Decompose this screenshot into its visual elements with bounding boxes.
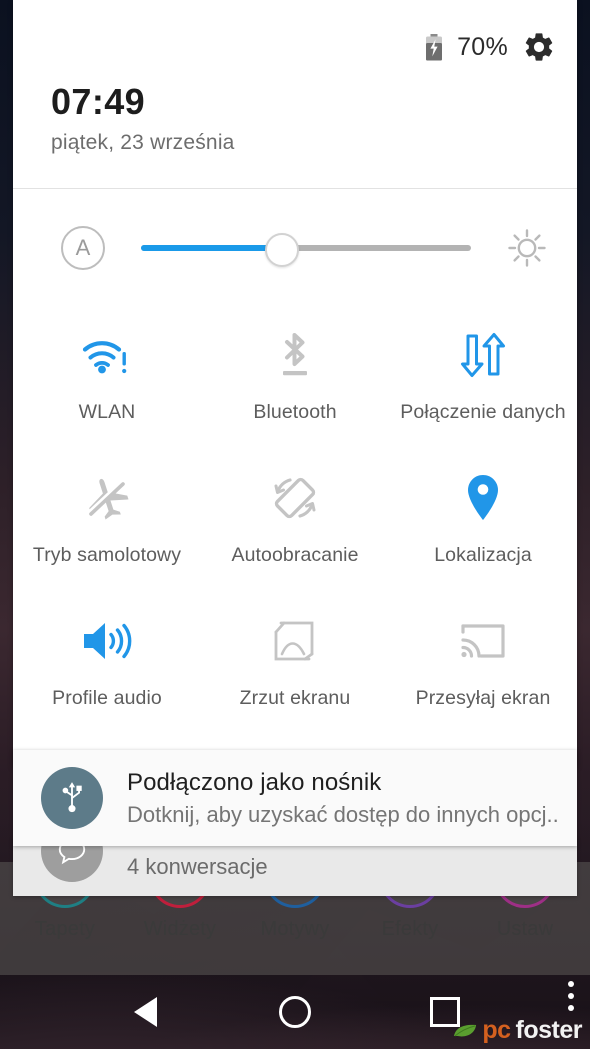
watermark: pc foster [453,1016,583,1045]
home-editor-label: Efekty [381,918,439,940]
notification-usb-storage[interactable]: Podłączono jako nośnik Dotknij, aby uzys… [13,750,577,846]
auto-brightness-label: A [75,235,91,260]
wifi-icon [79,327,135,383]
tile-label: WLAN [78,401,136,423]
auto-brightness-icon[interactable]: A [61,226,105,270]
shade-header: 70% 07:49 piątek, 23 września [13,0,577,189]
watermark-pc: pc [482,1016,511,1044]
notification-title: Podłączono jako nośnik [127,768,382,796]
brightness-sun-icon[interactable] [505,226,549,270]
status-bar-right: 70% [425,30,556,64]
auto-rotate-icon [270,470,320,526]
tile-audio-profiles[interactable]: Profile audio [13,595,201,738]
watermark-foster: foster [515,1016,583,1044]
home-editor-label: Ustaw [496,918,554,940]
brightness-row: A [13,189,577,307]
tile-auto-rotate[interactable]: Autoobracanie [201,452,389,595]
tile-bluetooth[interactable]: Bluetooth [201,309,389,452]
clock-date: piątek, 23 września [51,131,235,154]
tile-mobile-data[interactable]: Połączenie danych [389,309,577,452]
leaf-icon [454,1024,477,1037]
tile-label: Tryb samolotowy [32,544,182,566]
quick-settings-tiles: WLAN Bluetooth Połączenie danych Tryb sa… [13,307,577,766]
tile-label: Autoobracanie [231,544,359,566]
tile-location[interactable]: Lokalizacja [389,452,577,595]
notification-text: Podłączono jako nośnik Dotknij, aby uzys… [127,769,557,828]
tile-screenshot[interactable]: Zrzut ekranu [201,595,389,738]
tile-label: Zrzut ekranu [239,687,351,709]
battery-charging-icon [425,33,443,61]
location-pin-icon [466,470,500,526]
home-editor-label: Widżety [143,918,217,940]
notification-title: 4 konwersacje [127,854,268,879]
slider-fill [141,245,280,251]
tile-label: Połączenie danych [400,401,566,423]
tile-label: Profile audio [52,687,162,709]
quick-settings-panel: 70% 07:49 piątek, 23 września A WLAN Blu… [13,0,577,766]
brightness-slider[interactable] [141,233,471,267]
home-icon[interactable] [272,989,318,1035]
home-editor-label: Motywy [260,918,330,940]
overflow-menu-icon[interactable] [568,981,574,1011]
mobile-data-icon [460,327,506,383]
gear-icon[interactable] [522,30,556,64]
back-icon[interactable] [122,989,168,1035]
volume-speaker-icon [81,613,133,669]
notification-conversations[interactable]: 4 konwersacje [13,838,577,896]
tile-cast-screen[interactable]: Przesyłaj ekran [389,595,577,738]
bluetooth-icon [273,327,317,383]
tile-wlan[interactable]: WLAN [13,309,201,452]
tile-label: Lokalizacja [434,544,532,566]
cast-screen-icon [459,613,507,669]
battery-percent-label: 70% [457,32,508,61]
tile-airplane-mode[interactable]: Tryb samolotowy [13,452,201,595]
slider-thumb[interactable] [264,233,299,267]
usb-icon [41,767,103,829]
tile-label: Bluetooth [253,401,337,423]
android-screen: Tapety Widżety Motywy Efekty Ustaw 70% 0… [0,0,590,1049]
notification-subtitle: Dotknij, aby uzyskać dostęp do innych op… [127,801,557,827]
tile-label: Przesyłaj ekran [415,687,551,709]
airplane-icon [82,470,132,526]
screenshot-icon [271,613,319,669]
clock-time: 07:49 [51,81,146,122]
home-editor-label: Tapety [34,918,96,940]
